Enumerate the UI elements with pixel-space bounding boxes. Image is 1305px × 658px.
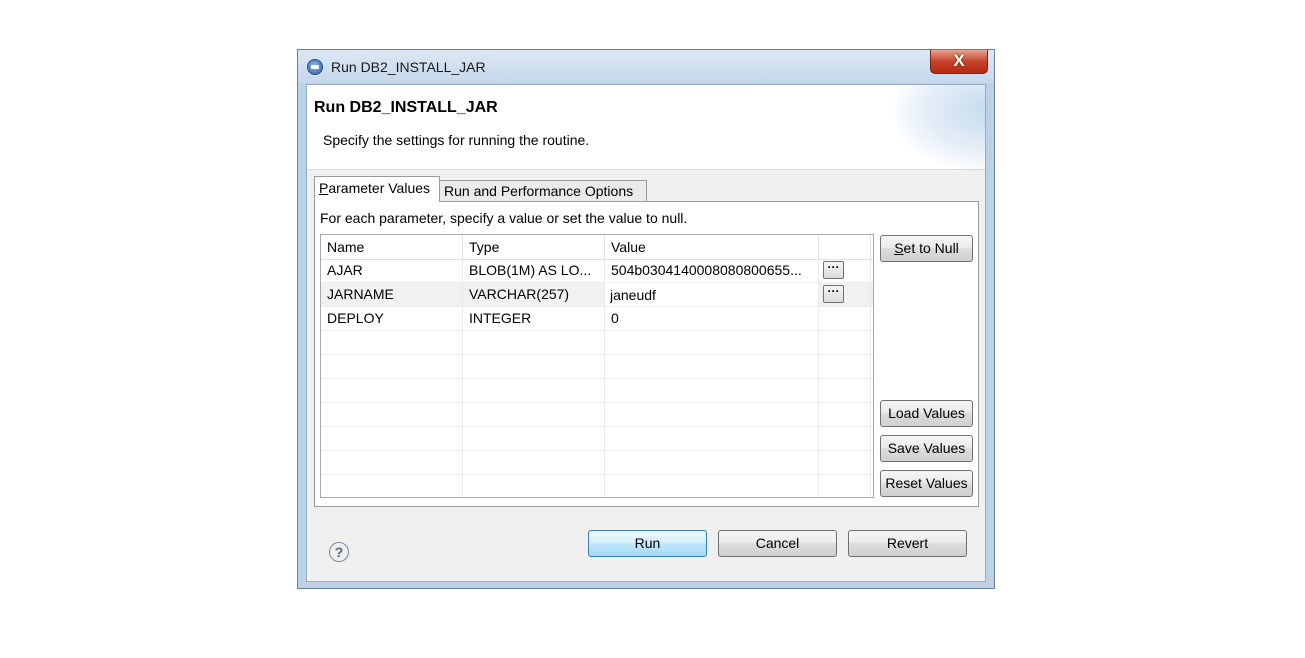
empty-row <box>321 379 873 403</box>
empty-cell <box>605 379 819 402</box>
empty-cell <box>819 331 871 354</box>
tab-label: arameter Values <box>328 180 431 196</box>
empty-cell <box>321 427 463 450</box>
browse-button[interactable]: ··· <box>823 261 844 279</box>
tab-parameter-values[interactable]: Parameter Values <box>314 176 440 202</box>
empty-cell <box>605 451 819 474</box>
param-value-input[interactable] <box>610 285 816 304</box>
empty-cell <box>819 427 871 450</box>
header-decoration <box>895 85 985 169</box>
empty-cell <box>605 427 819 450</box>
empty-cell <box>321 331 463 354</box>
table-row[interactable]: AJAR BLOB(1M) AS LO... 504b0304140008080… <box>321 259 873 283</box>
empty-row <box>321 355 873 379</box>
button-mnemonic: S <box>894 240 904 256</box>
parameters-table: Name Type Value AJAR BLOB(1M) AS LO... 5… <box>320 234 874 498</box>
empty-cell <box>819 475 871 497</box>
set-to-null-button[interactable]: Set to Null <box>880 235 973 262</box>
title-bar[interactable]: Run DB2_INSTALL_JAR X <box>298 50 994 83</box>
load-values-button[interactable]: Load Values <box>880 400 973 427</box>
close-button[interactable]: X <box>930 50 988 74</box>
column-header-name[interactable]: Name <box>321 235 463 259</box>
empty-row <box>321 475 873 497</box>
empty-cell <box>463 331 605 354</box>
empty-cell <box>321 451 463 474</box>
close-icon: X <box>953 51 965 70</box>
empty-cell <box>463 475 605 497</box>
param-name: DEPLOY <box>321 307 463 330</box>
empty-cell <box>321 403 463 426</box>
empty-cell <box>463 355 605 378</box>
param-type: BLOB(1M) AS LO... <box>463 259 605 282</box>
empty-cell <box>605 403 819 426</box>
run-button[interactable]: Run <box>588 530 707 557</box>
dialog-body: Run DB2_INSTALL_JAR Specify the settings… <box>306 84 986 582</box>
browse-button[interactable]: ··· <box>823 285 844 303</box>
help-icon[interactable]: ? <box>329 542 349 562</box>
param-name: JARNAME <box>321 283 463 306</box>
button-label: et to Null <box>903 240 959 256</box>
empty-cell <box>321 355 463 378</box>
instructions-text: For each parameter, specify a value or s… <box>320 210 688 226</box>
app-icon <box>307 59 323 75</box>
save-values-button[interactable]: Save Values <box>880 435 973 462</box>
param-type: VARCHAR(257) <box>463 283 605 306</box>
column-header-value[interactable]: Value <box>605 235 819 259</box>
table-header: Name Type Value <box>321 235 873 260</box>
empty-row <box>321 427 873 451</box>
table-row[interactable]: DEPLOY INTEGER 0 <box>321 307 873 331</box>
cancel-button[interactable]: Cancel <box>718 530 837 557</box>
empty-cell <box>463 451 605 474</box>
reset-values-button[interactable]: Reset Values <box>880 470 973 497</box>
empty-cell <box>321 475 463 497</box>
empty-cell <box>321 379 463 402</box>
column-header-browse <box>819 235 871 259</box>
page-description: Specify the settings for running the rou… <box>323 132 590 148</box>
empty-cell <box>605 331 819 354</box>
page-title: Run DB2_INSTALL_JAR <box>314 99 498 116</box>
param-value[interactable]: 0 <box>605 307 819 330</box>
param-type: INTEGER <box>463 307 605 330</box>
empty-row <box>321 403 873 427</box>
empty-row <box>321 451 873 475</box>
empty-cell <box>463 379 605 402</box>
table-row[interactable]: JARNAME VARCHAR(257) ··· <box>321 283 873 307</box>
empty-cell <box>605 475 819 497</box>
empty-row <box>321 331 873 355</box>
tab-mnemonic: P <box>319 180 329 196</box>
parameter-values-panel: For each parameter, specify a value or s… <box>314 201 979 507</box>
param-value[interactable]: 504b0304140008080800655... <box>605 259 819 282</box>
param-name: AJAR <box>321 259 463 282</box>
empty-cell <box>819 379 871 402</box>
revert-button[interactable]: Revert <box>848 530 967 557</box>
browse-cell <box>819 307 871 330</box>
empty-cell <box>605 355 819 378</box>
window-title: Run DB2_INSTALL_JAR <box>331 59 486 75</box>
column-header-type[interactable]: Type <box>463 235 605 259</box>
run-routine-dialog: Run DB2_INSTALL_JAR X Run DB2_INSTALL_JA… <box>297 49 995 589</box>
empty-cell <box>819 403 871 426</box>
empty-cell <box>463 403 605 426</box>
empty-cell <box>819 451 871 474</box>
dialog-header: Run DB2_INSTALL_JAR Specify the settings… <box>307 85 985 170</box>
empty-cell <box>463 427 605 450</box>
empty-cell <box>819 355 871 378</box>
